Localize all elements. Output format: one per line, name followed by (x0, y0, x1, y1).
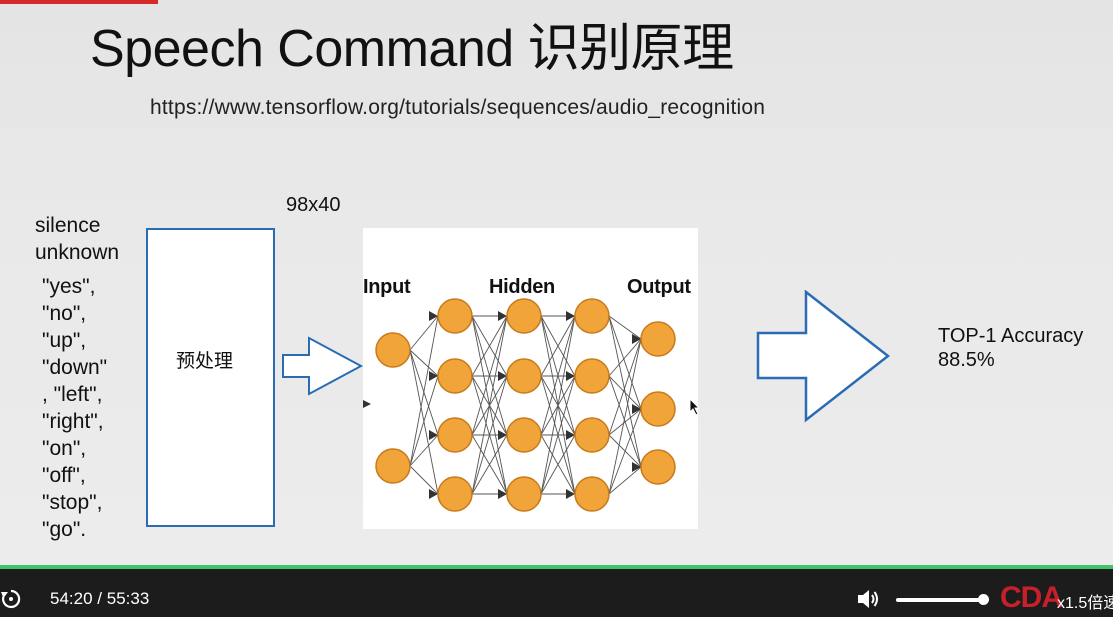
hidden-node (437, 358, 473, 394)
hidden-node (506, 358, 542, 394)
preprocess-box: 预处理 (146, 228, 275, 527)
output-node (640, 391, 676, 427)
input-node (375, 332, 411, 368)
hidden-node (574, 358, 610, 394)
label-silence: silence (35, 214, 101, 237)
hidden-node (437, 417, 473, 453)
time-separator: / (97, 589, 103, 608)
edge-arrowhead (429, 311, 438, 321)
hidden-node (506, 476, 542, 512)
hidden-node (437, 476, 473, 512)
volume-slider[interactable] (896, 594, 990, 605)
label-list: silence unknown "yes", "no", "up", "down… (35, 212, 119, 543)
hidden-node (437, 298, 473, 334)
label-word: "no", (42, 302, 87, 325)
neural-network-diagram: Input Hidden Output (363, 228, 698, 529)
accuracy-value: 88.5% (938, 349, 995, 371)
output-node (640, 321, 676, 357)
volume-knob[interactable] (978, 594, 989, 605)
volume-track (896, 598, 984, 602)
playback-speed-button[interactable]: x1.5倍速 (1057, 589, 1113, 613)
input-arrowhead (363, 400, 371, 408)
tutorial-url: https://www.tensorflow.org/tutorials/seq… (150, 96, 766, 119)
red-accent-bar (0, 0, 158, 4)
network-edge (409, 315, 439, 351)
hidden-node (574, 476, 610, 512)
label-word: , "left", (42, 383, 103, 406)
volume-icon[interactable] (856, 588, 880, 610)
label-word: "on", (42, 437, 87, 460)
label-word: "stop", (42, 491, 103, 514)
label-word: "right", (42, 410, 104, 433)
output-node (640, 449, 676, 485)
label-word: "yes", (42, 275, 96, 298)
network-edge (608, 315, 642, 340)
total-time: 55:33 (106, 589, 150, 608)
arrow-right-large-icon (756, 290, 891, 423)
input-dims-label: 98x40 (286, 194, 341, 216)
input-node (375, 448, 411, 484)
input-layer-label: Input (363, 276, 411, 298)
hidden-node (506, 298, 542, 334)
hidden-node (506, 417, 542, 453)
network-edge (608, 338, 642, 377)
hidden-layer-label: Hidden (489, 276, 555, 298)
label-unknown: unknown (35, 241, 120, 264)
preprocess-label: 预处理 (176, 351, 234, 372)
arrow-right-small-icon (282, 336, 364, 396)
label-word: "up", (42, 329, 87, 352)
label-word: "off", (42, 464, 86, 487)
slide-title: Speech Command 识别原理 (90, 20, 734, 78)
cda-watermark-logo: CDA (1000, 581, 1063, 614)
result-block: TOP-1 Accuracy 88.5% (938, 324, 1083, 372)
video-player-controls: 54:20 / 55:33 CDA x1.5倍速 (0, 569, 1113, 617)
label-word: "go". (42, 518, 87, 541)
time-display: 54:20 / 55:33 (50, 589, 149, 609)
slide: Speech Command 识别原理 https://www.tensorfl… (0, 0, 1113, 565)
hidden-node (574, 417, 610, 453)
mouse-cursor-icon (689, 398, 701, 416)
label-word: "down" (42, 356, 108, 379)
edge-arrowhead (429, 489, 438, 499)
network-edge (409, 434, 439, 467)
accuracy-metric-label: TOP-1 Accuracy (938, 325, 1084, 347)
output-layer-label: Output (627, 276, 691, 298)
current-time: 54:20 (50, 589, 93, 608)
hidden-node (574, 298, 610, 334)
network-edge (608, 375, 642, 410)
replay-icon[interactable] (0, 588, 22, 610)
